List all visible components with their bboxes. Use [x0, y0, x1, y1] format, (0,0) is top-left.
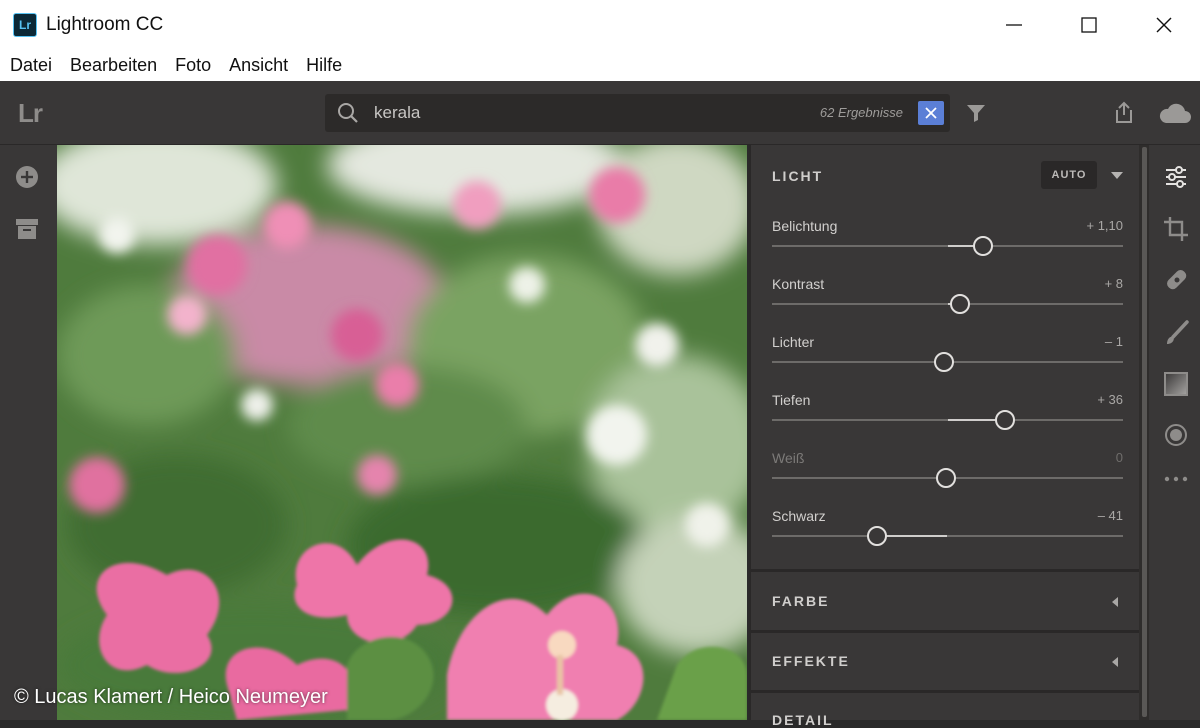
minimize-icon [1005, 24, 1022, 26]
slider-knob[interactable] [995, 410, 1016, 430]
edit-panel: LICHT AUTO Belichtung + 1,10 Kontrast + … [749, 145, 1139, 728]
slider-value[interactable]: – 1 [1105, 334, 1123, 349]
close-icon [1156, 17, 1171, 33]
photo-preview[interactable] [57, 145, 747, 720]
linear-gradient-icon[interactable] [1164, 372, 1188, 396]
slider-value[interactable]: + 1,10 [1086, 218, 1123, 233]
slider-tiefen[interactable]: Tiefen + 36 [772, 392, 1123, 442]
slider-value[interactable]: + 36 [1097, 392, 1123, 407]
maximize-icon [1080, 17, 1097, 33]
minimize-button[interactable] [976, 0, 1051, 50]
clear-search-button[interactable] [918, 101, 944, 125]
menu-foto[interactable]: Foto [175, 55, 211, 76]
slider-label: Schwarz [772, 508, 826, 524]
panel-scrollbar[interactable] [1139, 145, 1149, 720]
collapse-caret-icon[interactable] [1111, 172, 1123, 179]
expand-caret-icon[interactable] [1112, 657, 1118, 667]
slider-schwarz[interactable]: Schwarz – 41 [772, 508, 1123, 558]
licht-section-title[interactable]: LICHT [772, 168, 823, 184]
window-title: Lightroom CC [46, 14, 164, 35]
bougainvillea-photo [57, 145, 747, 720]
menu-ansicht[interactable]: Ansicht [229, 55, 288, 76]
menu-hilfe[interactable]: Hilfe [306, 55, 342, 76]
maximize-button[interactable] [1051, 0, 1126, 50]
section-divider [749, 630, 1139, 633]
section-divider [749, 690, 1139, 693]
auto-button[interactable]: AUTO [1041, 161, 1097, 189]
slider-knob[interactable] [972, 236, 993, 256]
slider-label: Weiß [772, 450, 805, 466]
right-toolbar [1149, 145, 1200, 720]
menu-bearbeiten[interactable]: Bearbeiten [70, 55, 157, 76]
slider-knob[interactable] [936, 468, 957, 488]
section-divider [749, 569, 1139, 572]
edit-sliders-icon[interactable] [1164, 165, 1188, 189]
slider-track[interactable] [772, 535, 1123, 537]
search-input[interactable]: kerala [374, 103, 420, 123]
more-icon[interactable] [1164, 475, 1188, 483]
slider-label: Tiefen [772, 392, 811, 408]
filter-icon[interactable] [966, 103, 986, 123]
scrollbar-thumb[interactable] [1142, 147, 1147, 717]
slider-fill [877, 535, 948, 537]
top-toolbar: Lr kerala 62 Ergebnisse [0, 81, 1200, 145]
slider-value[interactable]: – 41 [1098, 508, 1123, 523]
close-button[interactable] [1126, 0, 1200, 50]
cloud-icon[interactable] [1158, 101, 1192, 125]
radial-gradient-icon[interactable] [1164, 423, 1188, 447]
result-count: 62 Ergebnisse [819, 105, 903, 120]
add-icon[interactable] [15, 165, 39, 189]
slider-belichtung[interactable]: Belichtung + 1,10 [772, 218, 1123, 268]
search-bar[interactable]: kerala 62 Ergebnisse [325, 94, 950, 132]
archive-icon[interactable] [15, 218, 39, 240]
slider-knob[interactable] [933, 352, 954, 372]
lightroom-app-icon: Lr [13, 13, 37, 37]
slider-value[interactable]: 0 [1116, 450, 1123, 465]
slider-knob[interactable] [949, 294, 970, 314]
menu-bar: Datei Bearbeiten Foto Ansicht Hilfe [0, 50, 1200, 81]
lr-logo: Lr [18, 98, 43, 128]
expand-caret-icon[interactable] [1112, 597, 1118, 607]
slider-label: Belichtung [772, 218, 838, 234]
farbe-section-title[interactable]: FARBE [772, 593, 829, 609]
title-bar: Lr Lightroom CC [0, 0, 1200, 50]
share-icon[interactable] [1113, 101, 1135, 125]
search-icon [338, 103, 358, 123]
slider-weiss[interactable]: Weiß 0 [772, 450, 1123, 500]
slider-label: Kontrast [772, 276, 825, 292]
slider-lichter[interactable]: Lichter – 1 [772, 334, 1123, 384]
crop-icon[interactable] [1164, 216, 1188, 242]
clear-icon [925, 107, 937, 119]
healing-icon[interactable] [1164, 267, 1190, 293]
menu-datei[interactable]: Datei [10, 55, 52, 76]
brush-icon[interactable] [1164, 320, 1190, 346]
left-sidebar [0, 145, 57, 720]
detail-section-title[interactable]: DETAIL [772, 712, 834, 728]
photo-credit: © Lucas Klamert / Heico Neumeyer [14, 686, 328, 708]
slider-label: Lichter [772, 334, 815, 350]
slider-kontrast[interactable]: Kontrast + 8 [772, 276, 1123, 326]
slider-value[interactable]: + 8 [1105, 276, 1123, 291]
effekte-section-title[interactable]: EFFEKTE [772, 653, 850, 669]
slider-knob[interactable] [867, 526, 888, 546]
panel-separator [749, 145, 751, 720]
